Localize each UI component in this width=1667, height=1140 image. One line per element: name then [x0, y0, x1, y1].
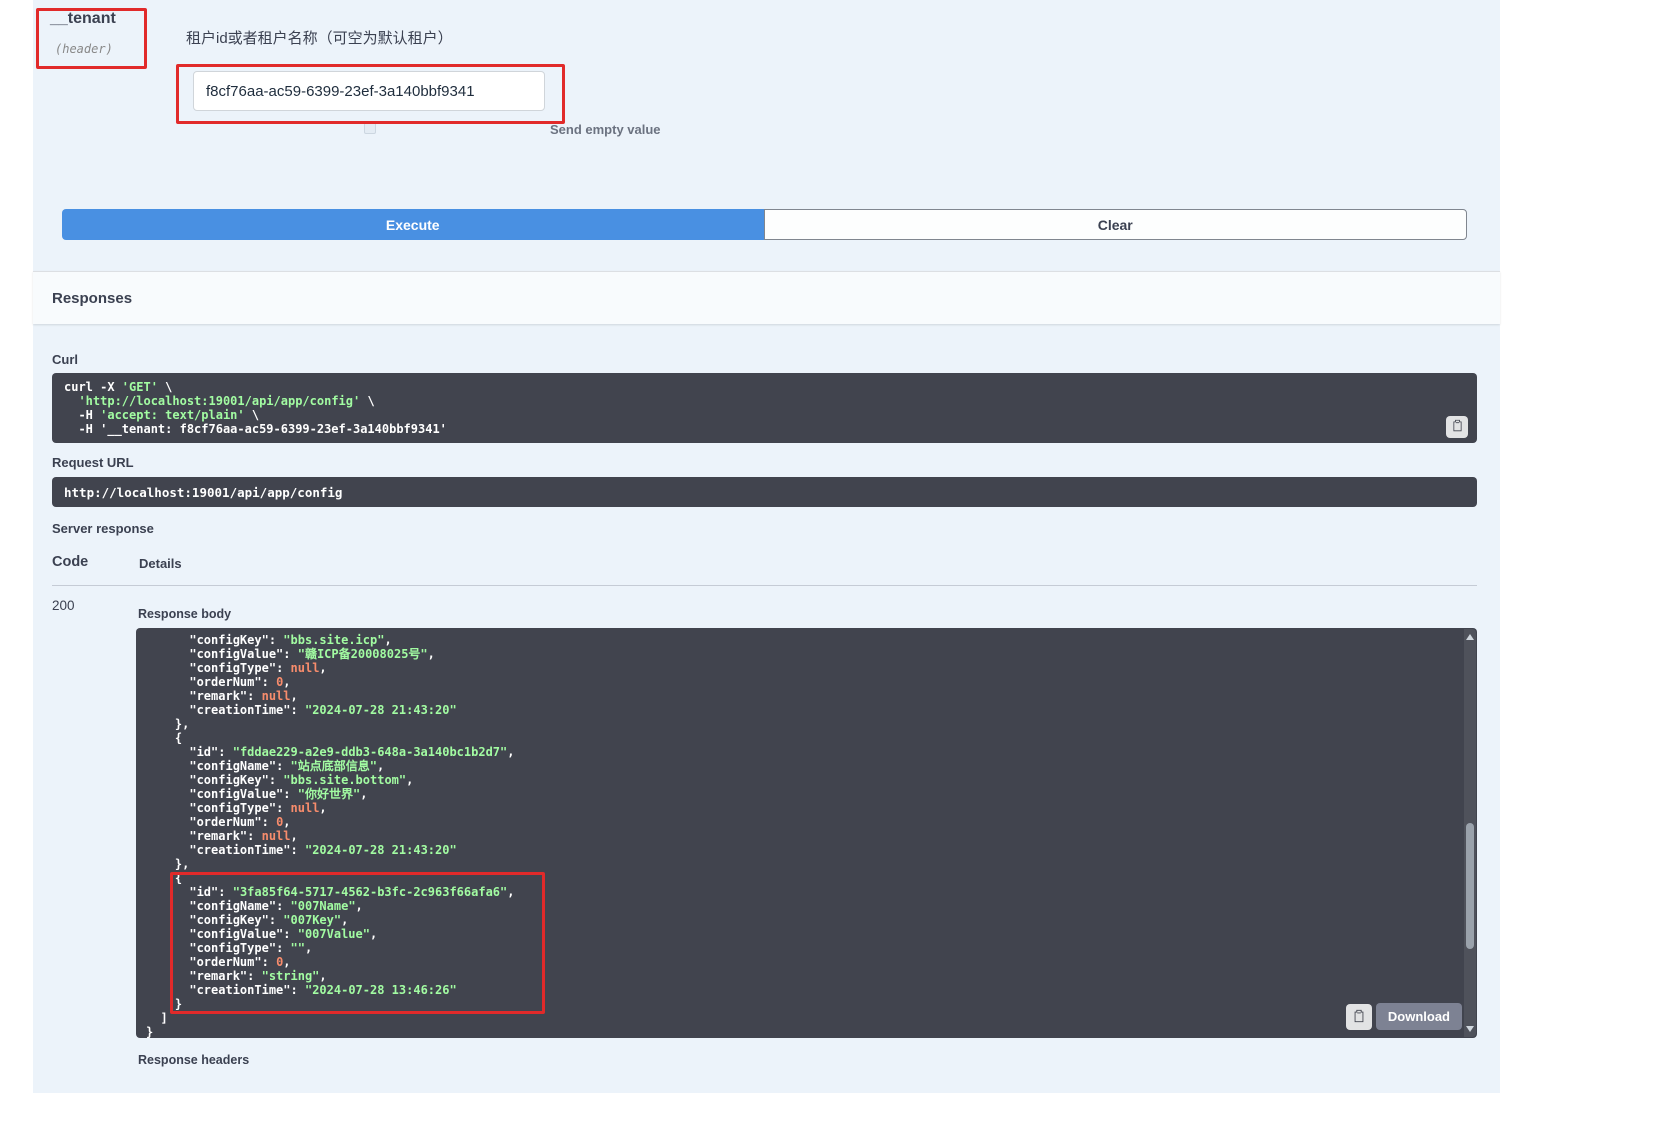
copy-icon	[1352, 1009, 1366, 1026]
curl-code: curl -X 'GET' \ 'http://localhost:19001/…	[52, 373, 1477, 443]
details-column-header: Details	[139, 556, 182, 571]
request-url-label: Request URL	[52, 455, 134, 470]
tenant-input[interactable]	[193, 71, 545, 111]
send-empty-label: Send empty value	[550, 122, 661, 137]
status-code: 200	[52, 598, 75, 613]
response-body-block: "configKey": "bbs.site.icp", "configValu…	[136, 628, 1477, 1038]
scrollbar-up-icon[interactable]	[1466, 632, 1474, 642]
response-headers-label: Response headers	[138, 1053, 249, 1067]
request-url-block: http://localhost:19001/api/app/config	[52, 477, 1477, 507]
parameter-name: __tenant	[50, 10, 116, 28]
scrollbar-down-icon[interactable]	[1466, 1024, 1474, 1034]
download-button[interactable]: Download	[1376, 1003, 1462, 1030]
parameter-description: 租户id或者租户名称（可空为默认租户）	[186, 27, 453, 48]
curl-copy-button[interactable]	[1446, 416, 1468, 438]
scrollbar-thumb[interactable]	[1466, 823, 1474, 949]
execute-row: Execute Clear	[62, 209, 1467, 240]
clear-button[interactable]: Clear	[764, 209, 1468, 240]
code-column-header: Code	[52, 554, 88, 570]
copy-icon	[1451, 419, 1464, 435]
responses-title: Responses	[52, 290, 132, 307]
table-divider	[52, 585, 1477, 586]
responses-section-header: Responses	[33, 271, 1500, 324]
response-body-scrollbar[interactable]	[1464, 629, 1476, 1037]
response-copy-button[interactable]	[1346, 1004, 1372, 1030]
execute-button[interactable]: Execute	[62, 209, 764, 240]
curl-block: curl -X 'GET' \ 'http://localhost:19001/…	[52, 373, 1477, 443]
operation-block: __tenant (header) 租户id或者租户名称（可空为默认租户） Se…	[33, 0, 1500, 1093]
response-body-code: "configKey": "bbs.site.icp", "configValu…	[136, 628, 1477, 1039]
server-response-label: Server response	[52, 521, 154, 536]
parameter-location: (header)	[55, 42, 113, 56]
request-url-value: http://localhost:19001/api/app/config	[52, 477, 1477, 508]
response-body-label: Response body	[138, 607, 231, 621]
send-empty-checkbox[interactable]	[364, 122, 376, 134]
curl-label: Curl	[52, 352, 78, 367]
